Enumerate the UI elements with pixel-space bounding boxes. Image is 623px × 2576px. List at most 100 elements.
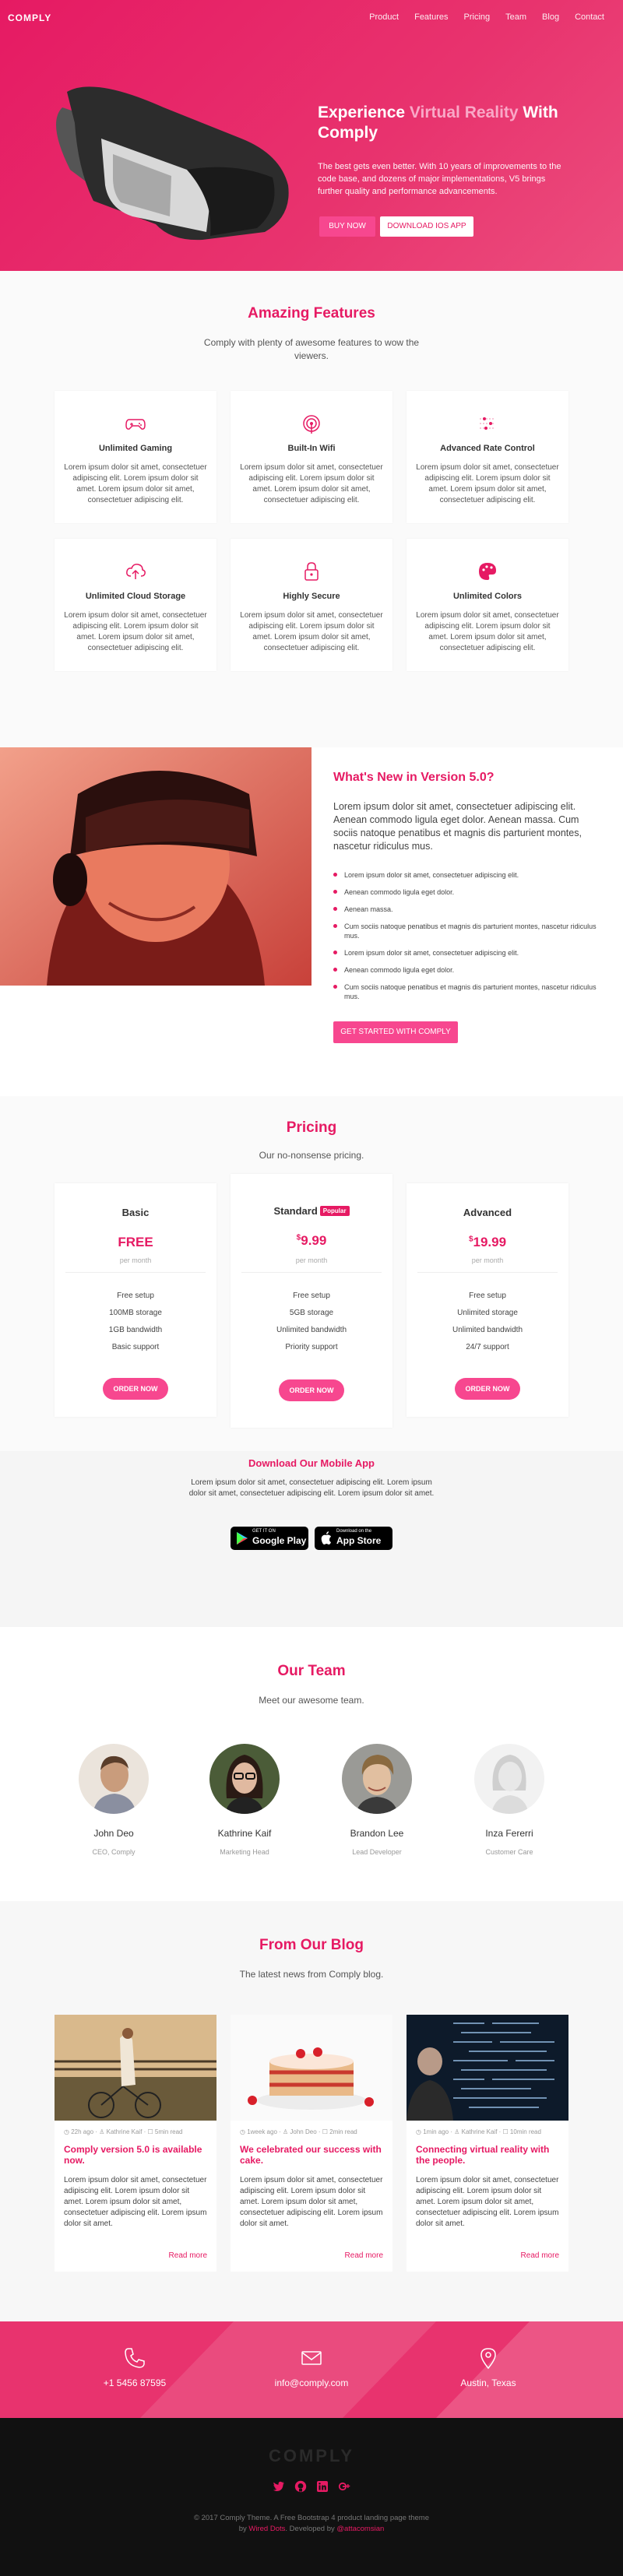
version-title: What's New in Version 5.0? [333,771,495,784]
palette-icon [479,563,496,580]
blog-card[interactable]: ◷ 1min ago · ♙ Kathrine Kaif · ☐ 10min r… [407,2015,568,2272]
post-image [231,2015,392,2121]
nav-contact[interactable]: Contact [575,12,604,22]
version-bullets: Lorem ipsum dolor sit amet, consectetuer… [333,870,601,1009]
read-more-link[interactable]: Read more [345,2251,383,2260]
divider [241,1272,382,1273]
map-pin-icon [480,2348,496,2370]
team-subtitle: Meet our awesome team. [259,1695,364,1706]
nav-blog[interactable]: Blog [542,12,559,22]
order-now-button[interactable]: ORDER NOW [103,1378,168,1400]
blog-title: From Our Blog [259,1937,364,1953]
feature-text: Lorem ipsum dolor sit amet, consectetuer… [416,611,559,652]
contact-section: +1 5456 87595 info@comply.com Austin, Te… [0,2321,623,2418]
blog-card[interactable]: ◷ 1week ago · ♙ John Deo · ☐ 2min read W… [231,2015,392,2272]
google-plus-icon[interactable] [338,2480,350,2493]
pricing-title: Pricing [286,1119,337,1136]
feature-title: Unlimited Colors [452,592,522,601]
buy-now-button[interactable]: BUY NOW [319,216,375,237]
feature-card: Unlimited Cloud Storage Lorem ipsum dolo… [55,539,216,671]
brand-logo[interactable]: COMPLY [8,12,51,23]
member-name: Inza Fererri [485,1828,533,1839]
divider [65,1272,206,1273]
blog-card[interactable]: ◷ 22h ago · ♙ Kathrine Kaif · ☐ 5min rea… [55,2015,216,2272]
pricing-section: Pricing Our no-nonsense pricing. Basic F… [0,1096,623,1451]
mobile-app-section: Download Our Mobile App Lorem ipsum dolo… [0,1451,623,1627]
plan-period: per month [471,1256,504,1264]
post-text: Lorem ipsum dolor sit amet, consectetuer… [416,2176,559,2228]
feature-text: Lorem ipsum dolor sit amet, consectetuer… [240,463,383,504]
plan-features: Free setup 100MB storage 1GB bandwidth B… [55,1288,216,1356]
order-now-button[interactable]: ORDER NOW [455,1378,520,1400]
blog-section: From Our Blog The latest news from Compl… [0,1901,623,2321]
play-store-icon [237,1532,248,1545]
feature-title: Unlimited Cloud Storage [85,592,186,601]
pricing-card-standard: Standard Popular $9.99 per month Free set… [231,1174,392,1428]
list-item: Aenean commodo ligula eget dolor. [333,887,601,897]
list-item: Unlimited storage [457,1309,518,1317]
member-role: Marketing Head [220,1848,269,1856]
plan-price: $19.99 [468,1235,507,1249]
post-meta: ◷ 1min ago · ♙ Kathrine Kaif · ☐ 10min r… [416,2128,541,2135]
list-item: Free setup [117,1292,154,1300]
github-icon[interactable] [294,2480,307,2493]
phone-icon [125,2348,145,2368]
post-image [407,2015,568,2121]
post-meta: ◷ 22h ago · ♙ Kathrine Kaif · ☐ 5min rea… [64,2128,183,2135]
post-title[interactable]: Comply version 5.0 is available now. [64,2144,209,2166]
avatar [342,1744,412,1814]
feature-text: Lorem ipsum dolor sit amet, consectetuer… [416,463,559,504]
plan-features: Free setup 5GB storage Unlimited bandwid… [231,1288,392,1356]
vr-headset-image [56,86,289,241]
feature-title: Advanced Rate Control [440,444,535,453]
avatar [474,1744,544,1814]
post-image [55,2015,216,2121]
list-item: Priority support [285,1343,338,1351]
avatar [79,1744,149,1814]
team-section: Our Team Meet our awesome team. John Deo… [0,1627,623,1901]
feature-card: Unlimited Colors Lorem ipsum dolor sit a… [407,539,568,671]
feature-text: Lorem ipsum dolor sit amet, consectetuer… [240,611,383,652]
download-ios-button[interactable]: DOWNLOAD IOS APP [380,216,473,237]
nav-team[interactable]: Team [505,12,526,22]
list-item: Cum sociis natoque penatibus et magnis d… [333,982,601,1001]
get-started-button[interactable]: GET STARTED WITH COMPLY [333,1021,458,1043]
feature-text: Lorem ipsum dolor sit amet, consectetuer… [64,611,207,652]
nav-product[interactable]: Product [369,12,399,22]
app-store-button[interactable]: Download on the App Store [315,1527,392,1550]
feature-card: Advanced Rate Control Lorem ipsum dolor … [407,391,568,523]
plan-period: per month [119,1256,152,1264]
google-play-button[interactable]: GET IT ON Google Play [231,1527,308,1550]
plan-name: Advanced [463,1207,512,1218]
post-title[interactable]: We celebrated our success with cake. [240,2144,385,2166]
read-more-link[interactable]: Read more [169,2251,207,2260]
twitter-icon[interactable] [273,2480,285,2493]
pricing-card-advanced: Advanced $19.99 per month Free setup Unl… [407,1183,568,1417]
avatar [209,1744,280,1814]
list-item: Unlimited bandwidth [452,1326,523,1334]
nav-features[interactable]: Features [414,12,448,22]
author-link[interactable]: Wired Dots [248,2525,285,2533]
divider [417,1272,558,1273]
list-item: Free setup [293,1292,330,1300]
hero-section: COMPLY Product Features Pricing Team Blo… [0,0,623,271]
wifi-icon [303,415,320,434]
pricing-subtitle: Our no-nonsense pricing. [259,1150,364,1161]
developer-link[interactable]: @attacomsian [336,2525,384,2533]
post-title[interactable]: Connecting virtual reality with the peop… [416,2144,561,2166]
features-subtitle: Comply with plenty of awesome features t… [203,337,420,361]
read-more-link[interactable]: Read more [521,2251,559,2260]
list-item: Basic support [111,1343,160,1351]
order-now-button[interactable]: ORDER NOW [279,1379,344,1401]
team-title: Our Team [277,1663,346,1679]
popular-badge: Popular [319,1206,350,1216]
member-name: Brandon Lee [350,1828,404,1839]
linkedin-icon[interactable] [316,2480,329,2493]
plan-price: $9.99 [296,1233,327,1248]
plan-name: Basic [121,1207,150,1218]
member-role: Customer Care [485,1848,533,1856]
feature-title: Built-In Wifi [287,444,336,453]
blog-subtitle: The latest news from Comply blog. [239,1969,384,1980]
nav-pricing[interactable]: Pricing [464,12,491,22]
features-title: Amazing Features [248,305,375,322]
